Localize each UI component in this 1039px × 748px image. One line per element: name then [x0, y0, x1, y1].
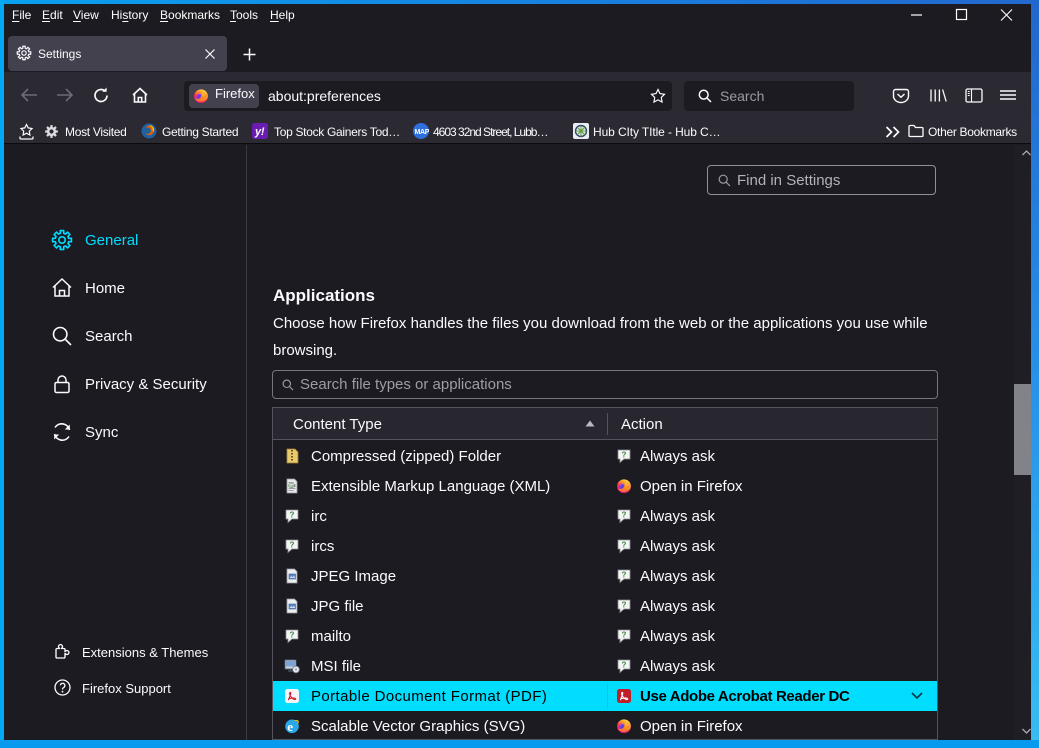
svg-text:MAP: MAP	[415, 129, 430, 136]
svg-text:y!: y!	[254, 126, 265, 138]
